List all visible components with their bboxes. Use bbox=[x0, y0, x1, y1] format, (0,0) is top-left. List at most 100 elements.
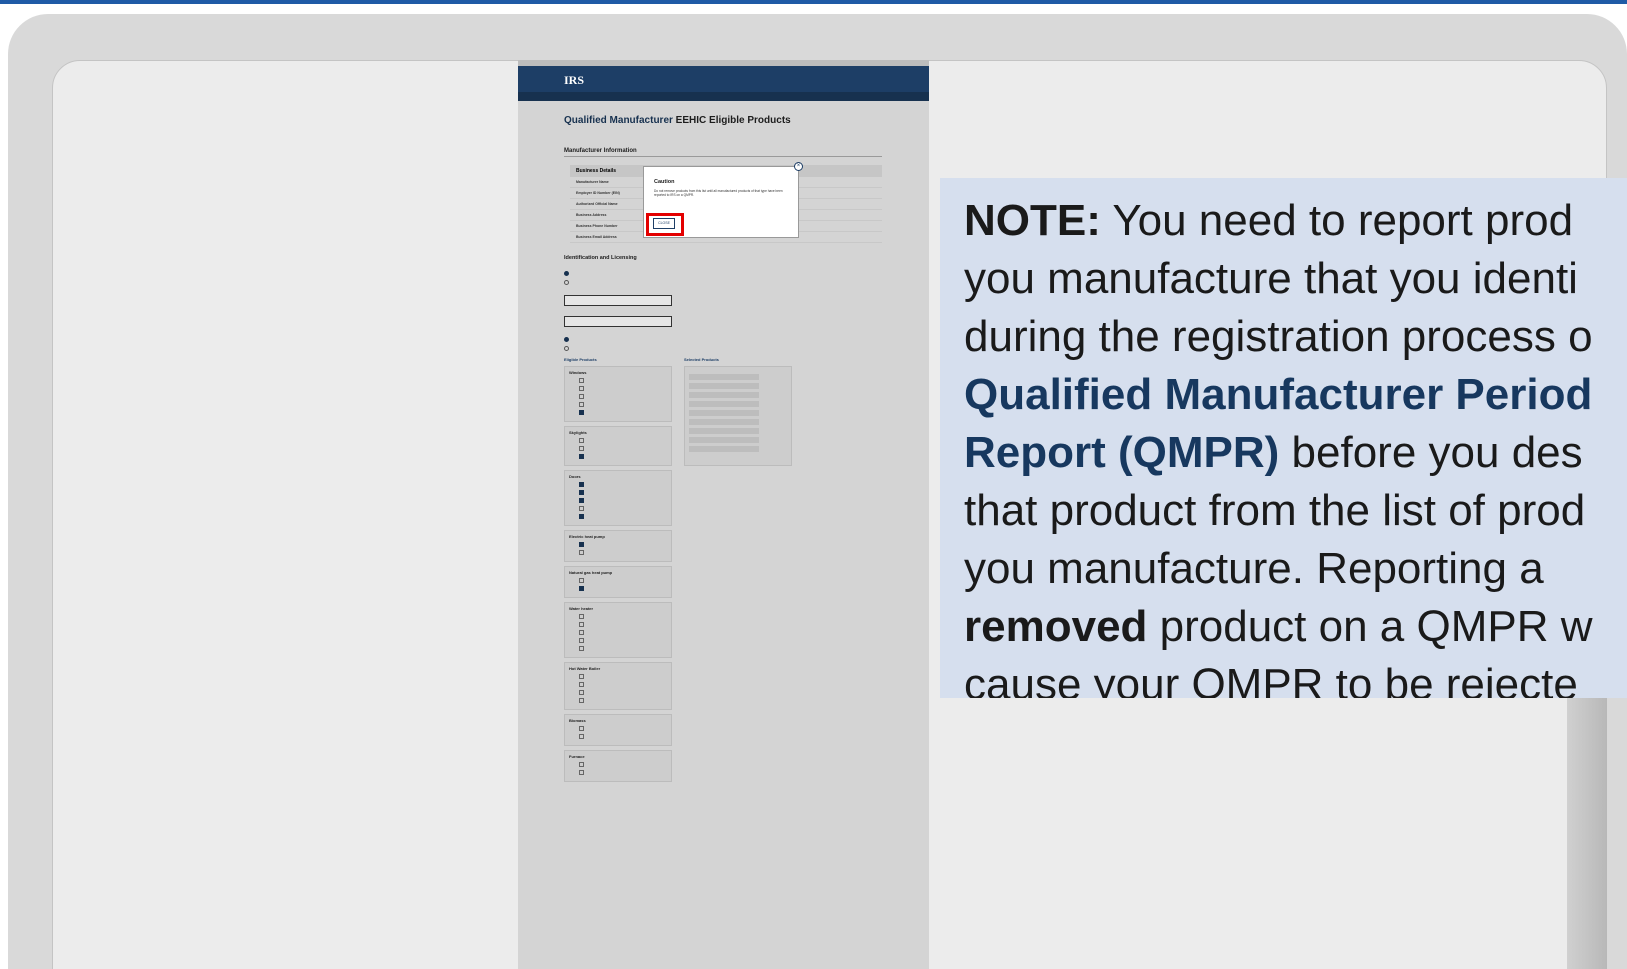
product-checkbox[interactable] bbox=[579, 586, 667, 591]
note-text: removed bbox=[964, 602, 1148, 651]
product-checkbox[interactable] bbox=[579, 410, 667, 415]
note-text: Qualified Manufacturer Period bbox=[964, 370, 1593, 419]
radio-icon bbox=[564, 337, 569, 342]
checkbox-icon bbox=[579, 630, 584, 635]
close-button[interactable]: CLOSE bbox=[653, 218, 675, 229]
top-rule bbox=[0, 0, 1627, 4]
note-text: during the registration process o bbox=[964, 312, 1593, 361]
radio-yes[interactable] bbox=[564, 271, 929, 276]
radio-yes[interactable] bbox=[564, 337, 929, 342]
group-title[interactable]: Skylights bbox=[569, 430, 667, 435]
embedded-screenshot: IRS Qualified Manufacturer EEHIC Eligibl… bbox=[518, 60, 929, 969]
checkbox-icon bbox=[579, 638, 584, 643]
product-checkbox[interactable] bbox=[579, 614, 667, 619]
product-checkbox[interactable] bbox=[579, 674, 667, 679]
note-text: You need to report prod bbox=[1100, 196, 1574, 245]
group-title[interactable]: Biomass bbox=[569, 718, 667, 723]
product-checkbox[interactable] bbox=[579, 646, 667, 651]
checkbox-icon bbox=[579, 578, 584, 583]
field-label bbox=[564, 287, 929, 291]
note-line: removed product on a QMPR w bbox=[964, 598, 1627, 656]
product-checkbox[interactable] bbox=[579, 698, 667, 703]
product-checkbox[interactable] bbox=[579, 402, 667, 407]
checkbox-icon bbox=[579, 498, 584, 503]
checkbox-icon bbox=[579, 726, 584, 731]
product-checkbox[interactable] bbox=[579, 446, 667, 451]
checkbox-icon bbox=[579, 386, 584, 391]
radio-icon bbox=[564, 280, 569, 285]
selected-products-box bbox=[684, 366, 792, 466]
product-checkbox[interactable] bbox=[579, 386, 667, 391]
close-icon[interactable]: × bbox=[794, 162, 803, 171]
product-checkbox[interactable] bbox=[579, 482, 667, 487]
product-checkbox[interactable] bbox=[579, 550, 667, 555]
product-checkbox[interactable] bbox=[579, 762, 667, 767]
product-group: Electric heat pump bbox=[564, 530, 672, 562]
checkbox-icon bbox=[579, 378, 584, 383]
selected-product-pill[interactable] bbox=[689, 410, 759, 416]
note-text: product on a QMPR w bbox=[1147, 602, 1593, 651]
caution-dialog: × Caution Do not remove products from th… bbox=[643, 162, 803, 238]
product-checkbox[interactable] bbox=[579, 734, 667, 739]
breadcrumb bbox=[564, 107, 929, 111]
corporation-ein-input[interactable] bbox=[564, 316, 672, 327]
radio-no[interactable] bbox=[564, 346, 929, 351]
product-checkbox[interactable] bbox=[579, 770, 667, 775]
group-title[interactable]: Doors bbox=[569, 474, 667, 479]
checkbox-icon bbox=[579, 482, 584, 487]
selected-product-pill[interactable] bbox=[689, 428, 759, 434]
product-checkbox[interactable] bbox=[579, 506, 667, 511]
checkbox-icon bbox=[579, 698, 584, 703]
id-section-title: Identification and Licensing bbox=[564, 255, 637, 261]
section-title: Manufacturer Information bbox=[564, 148, 882, 157]
checkbox-icon bbox=[579, 550, 584, 555]
product-checkbox[interactable] bbox=[579, 622, 667, 627]
checkbox-icon bbox=[579, 734, 584, 739]
checkbox-icon bbox=[579, 446, 584, 451]
meta-line bbox=[518, 134, 883, 138]
radio-no[interactable] bbox=[564, 280, 929, 285]
selected-products: Selected Products bbox=[684, 357, 792, 466]
product-checkbox[interactable] bbox=[579, 690, 667, 695]
selected-product-pill[interactable] bbox=[689, 446, 759, 452]
group-title[interactable]: Hot Water Boiler bbox=[569, 666, 667, 671]
checkbox-icon bbox=[579, 402, 584, 407]
group-title[interactable]: Furnace bbox=[569, 754, 667, 759]
irs-logo: IRS bbox=[564, 73, 585, 87]
selected-product-pill[interactable] bbox=[689, 401, 759, 407]
eligible-products-header: Eligible Products bbox=[564, 357, 597, 362]
product-checkbox[interactable] bbox=[579, 394, 667, 399]
product-checkbox[interactable] bbox=[579, 514, 667, 519]
product-checkbox[interactable] bbox=[579, 542, 667, 547]
group-title[interactable]: Windows bbox=[569, 370, 667, 375]
product-checkbox[interactable] bbox=[579, 438, 667, 443]
selected-product-pill[interactable] bbox=[689, 383, 759, 389]
page-title: Qualified Manufacturer EEHIC Eligible Pr… bbox=[564, 115, 929, 126]
corporation-name-input[interactable] bbox=[564, 295, 672, 306]
note-text: cause your QMPR to be rejecte bbox=[964, 660, 1578, 698]
product-checkbox[interactable] bbox=[579, 630, 667, 635]
product-checkbox[interactable] bbox=[579, 454, 667, 459]
product-group: Doors bbox=[564, 470, 672, 526]
selected-product-pill[interactable] bbox=[689, 374, 759, 380]
product-checkbox[interactable] bbox=[579, 726, 667, 731]
group-title[interactable]: Water heater bbox=[569, 606, 667, 611]
product-checkbox[interactable] bbox=[579, 638, 667, 643]
selected-product-pill[interactable] bbox=[689, 392, 759, 398]
product-checkbox[interactable] bbox=[579, 490, 667, 495]
selected-product-pill[interactable] bbox=[689, 419, 759, 425]
product-checkbox[interactable] bbox=[579, 378, 667, 383]
product-checkbox[interactable] bbox=[579, 498, 667, 503]
group-title[interactable]: Electric heat pump bbox=[569, 534, 667, 539]
group-title[interactable]: Natural gas heat pump bbox=[569, 570, 667, 575]
product-checkbox[interactable] bbox=[579, 578, 667, 583]
note-line: you manufacture that you identi bbox=[964, 250, 1627, 308]
checkbox-icon bbox=[579, 454, 584, 459]
note-text: that product from the list of prod bbox=[964, 486, 1586, 535]
product-checkbox[interactable] bbox=[579, 682, 667, 687]
selected-product-pill[interactable] bbox=[689, 437, 759, 443]
product-group: Hot Water Boiler bbox=[564, 662, 672, 710]
note-line: cause your QMPR to be rejecte bbox=[964, 656, 1627, 698]
checkbox-icon bbox=[579, 542, 584, 547]
note-line: Report (QMPR) before you des bbox=[964, 424, 1627, 482]
